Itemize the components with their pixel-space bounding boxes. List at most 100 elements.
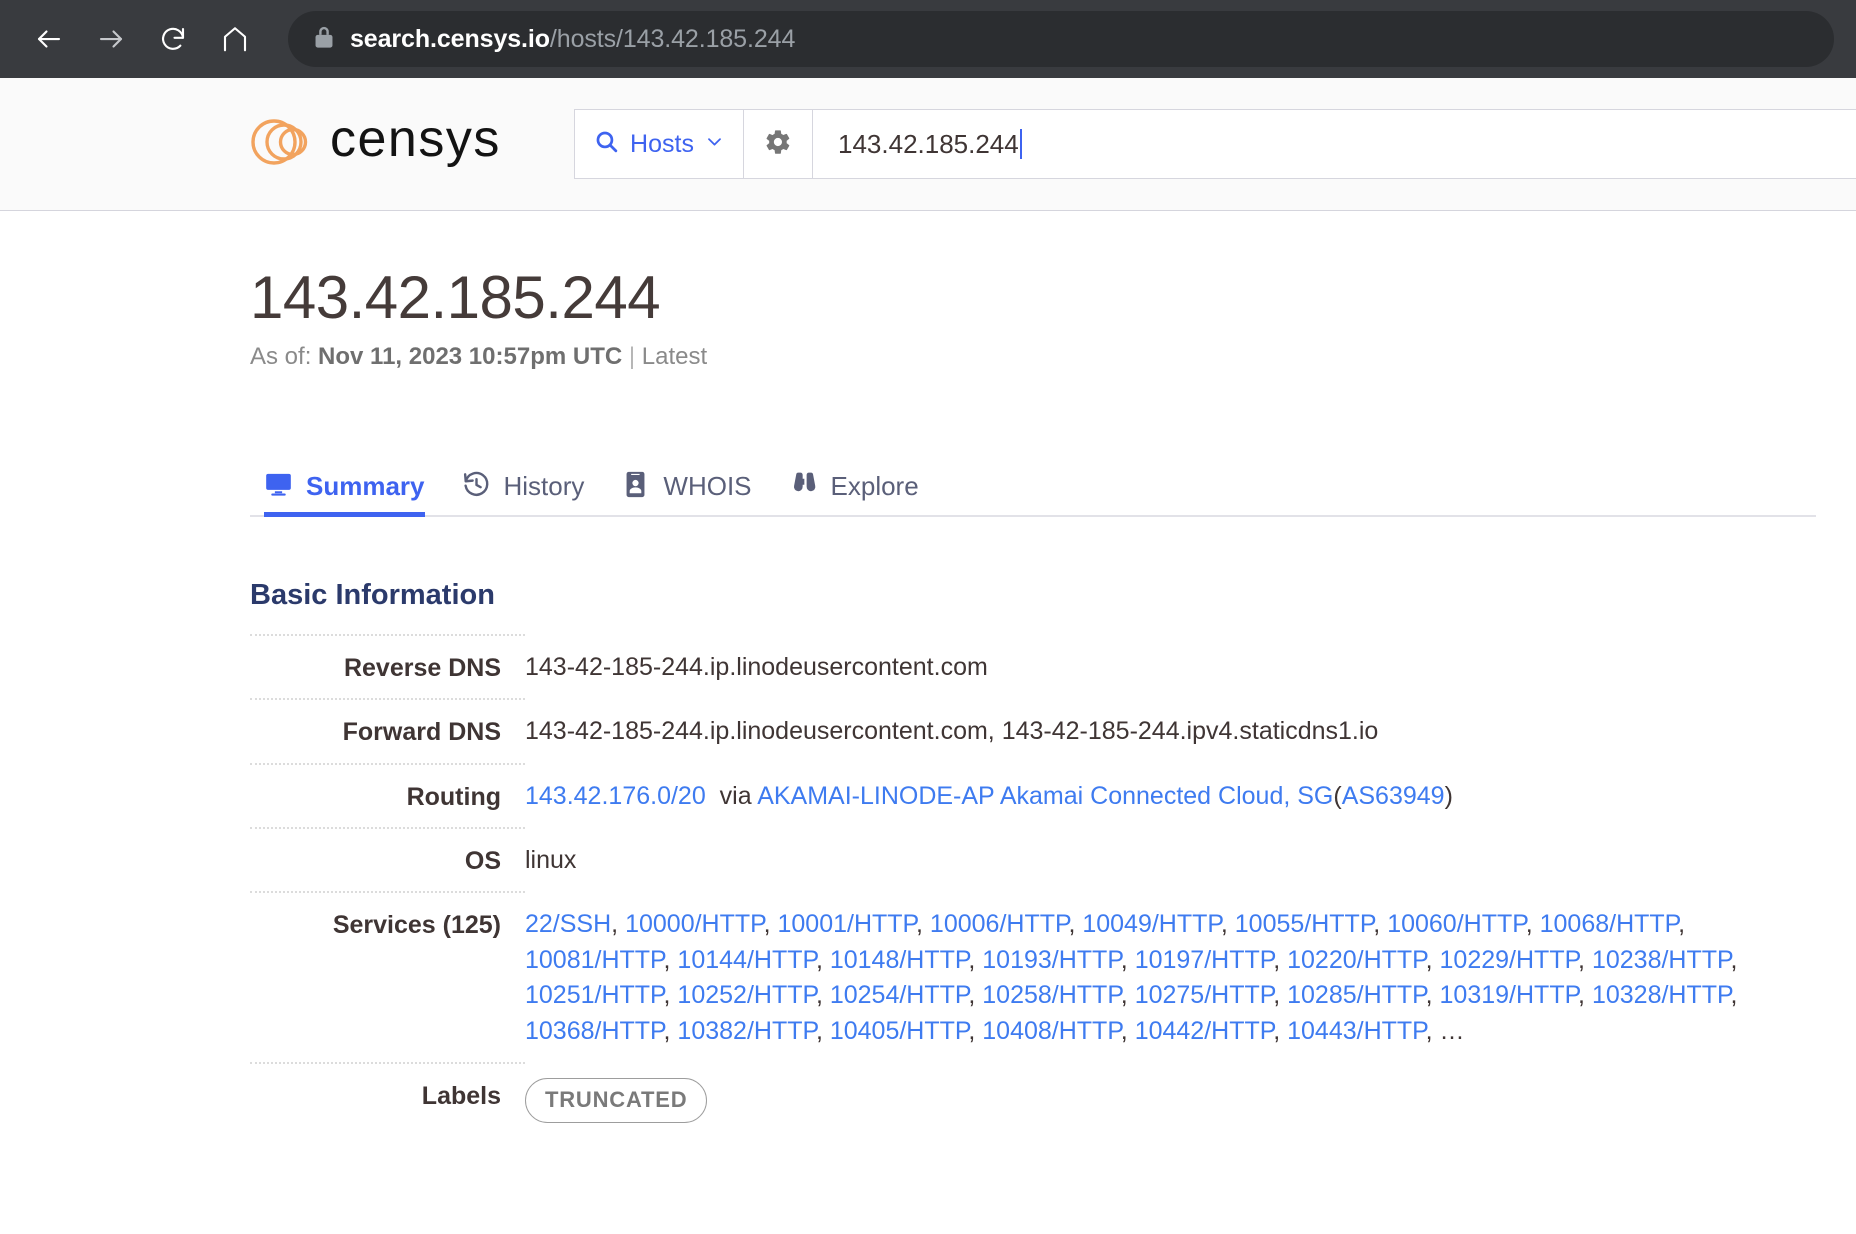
service-port-link[interactable]: 10405/HTTP — [830, 1017, 969, 1045]
host-tabs: Summary History WHOIS Explore — [250, 455, 1816, 517]
value-routing: 143.42.176.0/20 via AKAMAI-LINODE-AP Aka… — [525, 763, 1790, 827]
service-port-link[interactable]: 10197/HTTP — [1135, 946, 1274, 974]
service-port-link[interactable]: 10049/HTTP — [1082, 910, 1221, 938]
service-port-link[interactable]: 10408/HTTP — [982, 1017, 1121, 1045]
service-port-link[interactable]: 10328/HTTP — [1592, 981, 1731, 1009]
value-services: 22/SSH, 10000/HTTP, 10001/HTTP, 10006/HT… — [525, 891, 1790, 1062]
service-separator: , — [815, 945, 830, 974]
back-button[interactable] — [22, 12, 76, 66]
id-card-icon — [621, 470, 650, 499]
status-badge[interactable]: TRUNCATED — [525, 1078, 708, 1124]
routing-via-text: via — [719, 781, 752, 810]
service-port-link[interactable]: 10238/HTTP — [1592, 946, 1731, 974]
reload-button[interactable] — [146, 12, 200, 66]
lock-icon — [314, 25, 334, 54]
site-header: censys Hosts 143.42.185.244 — [0, 78, 1856, 211]
gear-icon — [764, 128, 792, 161]
table-row-services: Services (125) 22/SSH, 10000/HTTP, 10001… — [250, 891, 1790, 1062]
service-port-link[interactable]: 10081/HTTP — [525, 946, 664, 974]
service-separator: , — [1730, 981, 1738, 1009]
page-title: 143.42.185.244 — [250, 264, 661, 331]
service-port-link[interactable]: 10193/HTTP — [982, 946, 1121, 974]
service-separator: , — [1273, 981, 1288, 1009]
service-port-link[interactable]: 10443/HTTP — [1287, 1017, 1426, 1045]
service-separator: , — [1730, 945, 1738, 974]
service-port-link[interactable]: 10442/HTTP — [1135, 1017, 1274, 1045]
table-row-os: OS linux — [250, 826, 1790, 891]
service-port-link[interactable]: 10319/HTTP — [1440, 981, 1579, 1009]
routing-prefix-link[interactable]: 143.42.176.0/20 — [525, 782, 706, 810]
service-port-link[interactable]: 10251/HTTP — [525, 981, 664, 1009]
service-port-link[interactable]: 10254/HTTP — [830, 981, 969, 1009]
service-separator: , — [763, 910, 778, 938]
tab-history[interactable]: History — [448, 455, 608, 515]
label-forward-dns: Forward DNS — [250, 698, 525, 762]
as-of-prefix: As of: — [250, 343, 312, 370]
service-port-link[interactable]: 22/SSH — [525, 910, 611, 938]
tab-summary-label: Summary — [306, 471, 425, 501]
service-separator: , — [1373, 910, 1388, 938]
service-separator: , — [1425, 981, 1440, 1009]
monitor-icon — [264, 470, 293, 499]
search-input[interactable]: 143.42.185.244 — [813, 110, 1856, 178]
tab-summary[interactable]: Summary — [250, 455, 448, 517]
search-icon — [594, 129, 619, 159]
service-separator: , — [1425, 945, 1440, 974]
service-separator: , — [1120, 981, 1135, 1009]
routing-asname-link[interactable]: AKAMAI-LINODE-AP Akamai Connected Cloud,… — [757, 782, 1333, 810]
label-os: OS — [250, 826, 525, 891]
service-port-link[interactable]: 10006/HTTP — [930, 910, 1069, 938]
service-port-link[interactable]: 10068/HTTP — [1540, 910, 1679, 938]
service-separator: , — [1678, 910, 1686, 938]
service-port-link[interactable]: 10220/HTTP — [1287, 946, 1426, 974]
text-caret — [1019, 129, 1022, 159]
service-port-link[interactable]: 10229/HTTP — [1440, 946, 1579, 974]
service-port-link[interactable]: 10001/HTTP — [778, 910, 917, 938]
home-button[interactable] — [208, 12, 262, 66]
service-separator: , — [663, 981, 678, 1009]
service-port-link[interactable]: 10148/HTTP — [830, 946, 969, 974]
service-port-link[interactable]: 10368/HTTP — [525, 1017, 664, 1045]
routing-asnumber-link[interactable]: AS63949 — [1342, 782, 1445, 810]
service-port-link[interactable]: 10060/HTTP — [1387, 910, 1526, 938]
service-separator: , — [611, 910, 626, 938]
censys-logo[interactable]: censys — [250, 110, 524, 178]
label-routing: Routing — [250, 762, 525, 827]
value-os: linux — [525, 845, 577, 874]
search-type-label: Hosts — [630, 129, 694, 158]
service-port-link[interactable]: 10000/HTTP — [625, 910, 764, 938]
label-services: Services (125) — [250, 891, 525, 955]
forward-button[interactable] — [84, 12, 138, 66]
service-port-link[interactable]: 10055/HTTP — [1235, 910, 1374, 938]
service-separator: , — [968, 981, 983, 1009]
search-type-selector[interactable]: Hosts — [575, 110, 744, 178]
arrow-right-icon — [96, 24, 126, 54]
home-icon — [220, 24, 250, 54]
service-port-link[interactable]: 10258/HTTP — [982, 981, 1121, 1009]
tab-whois[interactable]: WHOIS — [607, 455, 774, 515]
service-port-link[interactable]: 10144/HTTP — [677, 946, 816, 974]
service-separator: , — [916, 910, 930, 938]
service-separator: , — [1068, 910, 1083, 938]
service-separator: , — [815, 981, 830, 1009]
value-labels: TRUNCATED — [525, 1062, 1790, 1136]
table-row-reverse-dns: Reverse DNS 143-42-185-244.ip.linodeuser… — [250, 634, 1790, 698]
censys-wordmark: censys — [330, 110, 524, 175]
service-port-link[interactable]: 10275/HTTP — [1135, 981, 1274, 1009]
tab-explore[interactable]: Explore — [775, 455, 942, 515]
tab-history-label: History — [503, 471, 585, 501]
arrow-left-icon — [34, 24, 64, 54]
tab-explore-label: Explore — [830, 471, 919, 501]
section-title-basic-information: Basic Information — [250, 579, 495, 611]
service-separator: , — [1525, 910, 1540, 938]
service-port-link[interactable]: 10285/HTTP — [1287, 981, 1426, 1009]
censys-logo-icon — [250, 111, 316, 178]
service-port-link[interactable]: 10252/HTTP — [677, 981, 816, 1009]
service-port-link[interactable]: 10382/HTTP — [677, 1017, 816, 1045]
address-bar[interactable]: search.censys.io/hosts/143.42.185.244 — [288, 11, 1834, 67]
search-settings-button[interactable] — [744, 110, 813, 178]
basic-information-table: Reverse DNS 143-42-185-244.ip.linodeuser… — [250, 634, 1790, 1136]
search-input-value: 143.42.185.244 — [838, 128, 1019, 159]
service-separator: , — [968, 1016, 983, 1045]
url-path: /hosts/143.42.185.244 — [549, 24, 796, 53]
